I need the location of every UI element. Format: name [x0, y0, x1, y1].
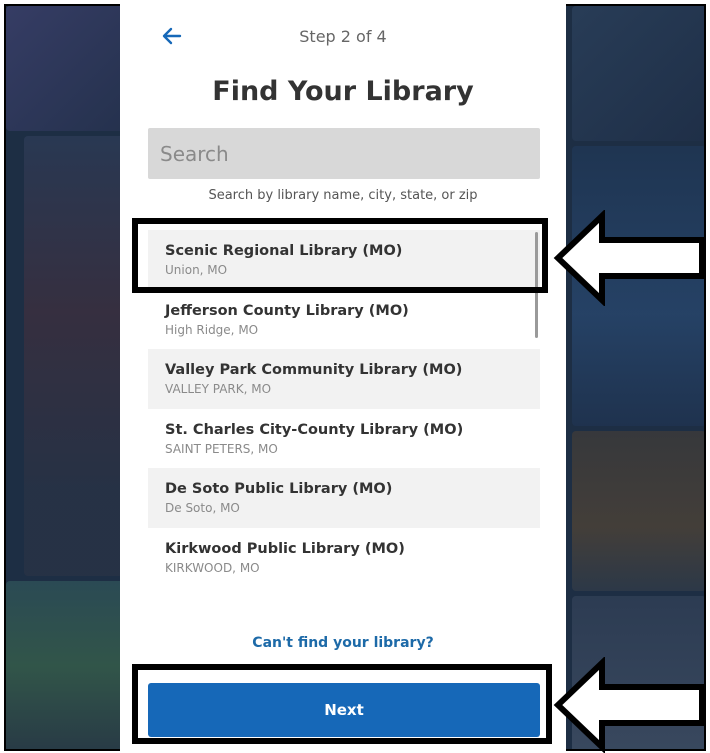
- search-input[interactable]: [148, 128, 540, 179]
- library-list-item[interactable]: De Soto Public Library (MO) De Soto, MO: [148, 468, 540, 528]
- library-name: Jefferson County Library (MO): [165, 302, 409, 319]
- library-location: De Soto, MO: [165, 501, 240, 516]
- library-list-item[interactable]: Valley Park Community Library (MO) VALLE…: [148, 349, 540, 409]
- library-name: Valley Park Community Library (MO): [165, 362, 463, 379]
- library-location: Union, MO: [165, 263, 228, 277]
- library-name: St. Charles City-County Library (MO): [165, 421, 464, 438]
- library-list: Scenic Regional Library (MO) Union, MO J…: [148, 230, 540, 588]
- background-cover-image: [572, 431, 704, 591]
- library-location: High Ridge, MO: [165, 322, 259, 337]
- library-list-item[interactable]: Kirkwood Public Library (MO) KIRKWOOD, M…: [148, 528, 540, 588]
- library-list-item[interactable]: Jefferson County Library (MO) High Ridge…: [148, 290, 540, 350]
- step-indicator: Step 2 of 4: [299, 27, 387, 46]
- library-location: SAINT PETERS, MO: [165, 441, 278, 456]
- library-name: De Soto Public Library (MO): [165, 481, 393, 498]
- background-cover-image: [6, 6, 126, 131]
- library-selection-panel: Step 2 of 4 Find Your Library Search by …: [120, 0, 566, 751]
- library-list-item[interactable]: St. Charles City-County Library (MO) SAI…: [148, 409, 540, 469]
- background-cover-image: [24, 136, 124, 576]
- page-title: Find Your Library: [212, 76, 474, 107]
- library-list-item[interactable]: Scenic Regional Library (MO) Union, MO: [148, 230, 540, 290]
- background-cover-image: [572, 146, 704, 426]
- search-hint: Search by library name, city, state, or …: [208, 188, 478, 203]
- list-scrollbar[interactable]: [535, 232, 538, 338]
- background-cover-image: [572, 6, 704, 141]
- library-name: Kirkwood Public Library (MO): [165, 540, 405, 557]
- library-location: VALLEY PARK, MO: [165, 382, 272, 397]
- background-cover-image: [6, 581, 126, 749]
- cant-find-library-link[interactable]: Can't find your library?: [120, 635, 566, 651]
- background-cover-image: [572, 596, 704, 749]
- library-location: KIRKWOOD, MO: [165, 560, 260, 575]
- library-name: Scenic Regional Library (MO): [165, 243, 403, 259]
- next-button[interactable]: Next: [148, 683, 540, 737]
